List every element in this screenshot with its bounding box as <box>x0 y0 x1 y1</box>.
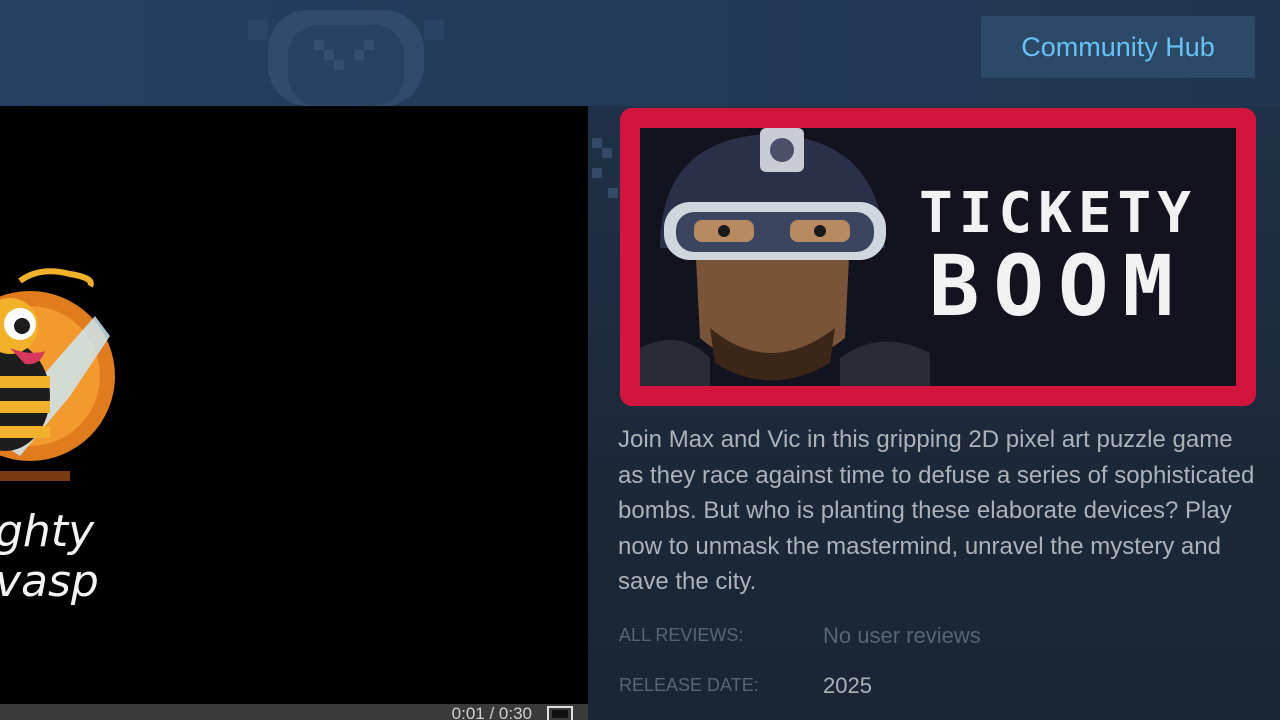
header-band: Community Hub <box>0 0 1280 106</box>
game-title-line1: TICKETY <box>918 181 1197 246</box>
pixel-decoration <box>592 138 618 198</box>
game-description: Join Max and Vic in this gripping 2D pix… <box>618 426 1255 595</box>
release-date-label: RELEASE DATE: <box>619 675 759 695</box>
release-date-value: 2025 <box>823 673 872 698</box>
game-title: TICKETY BOOM <box>888 181 1228 335</box>
all-reviews-value: No user reviews <box>823 623 981 648</box>
logo-text-1: ghty <box>0 506 95 557</box>
game-capsule-image[interactable]: TICKETY BOOM <box>620 108 1256 406</box>
community-hub-button[interactable]: Community Hub <box>981 16 1255 78</box>
video-player[interactable]: ghty vasp 0:01 / 0:30 <box>0 106 588 720</box>
wasp-logo-icon: ghty vasp <box>0 268 115 607</box>
video-controls[interactable]: 0:01 / 0:30 <box>0 704 588 720</box>
fullscreen-icon[interactable] <box>546 706 574 720</box>
video-time: 0:01 / 0:30 <box>451 704 532 720</box>
clock-icon <box>248 10 444 106</box>
store-page: Community Hub ghty vasp 0:01 / 0:30 TICK… <box>0 0 1280 720</box>
logo-text-2: vasp <box>0 556 99 607</box>
all-reviews-label: ALL REVIEWS: <box>619 625 744 645</box>
game-title-line2: BOOM <box>928 237 1188 335</box>
